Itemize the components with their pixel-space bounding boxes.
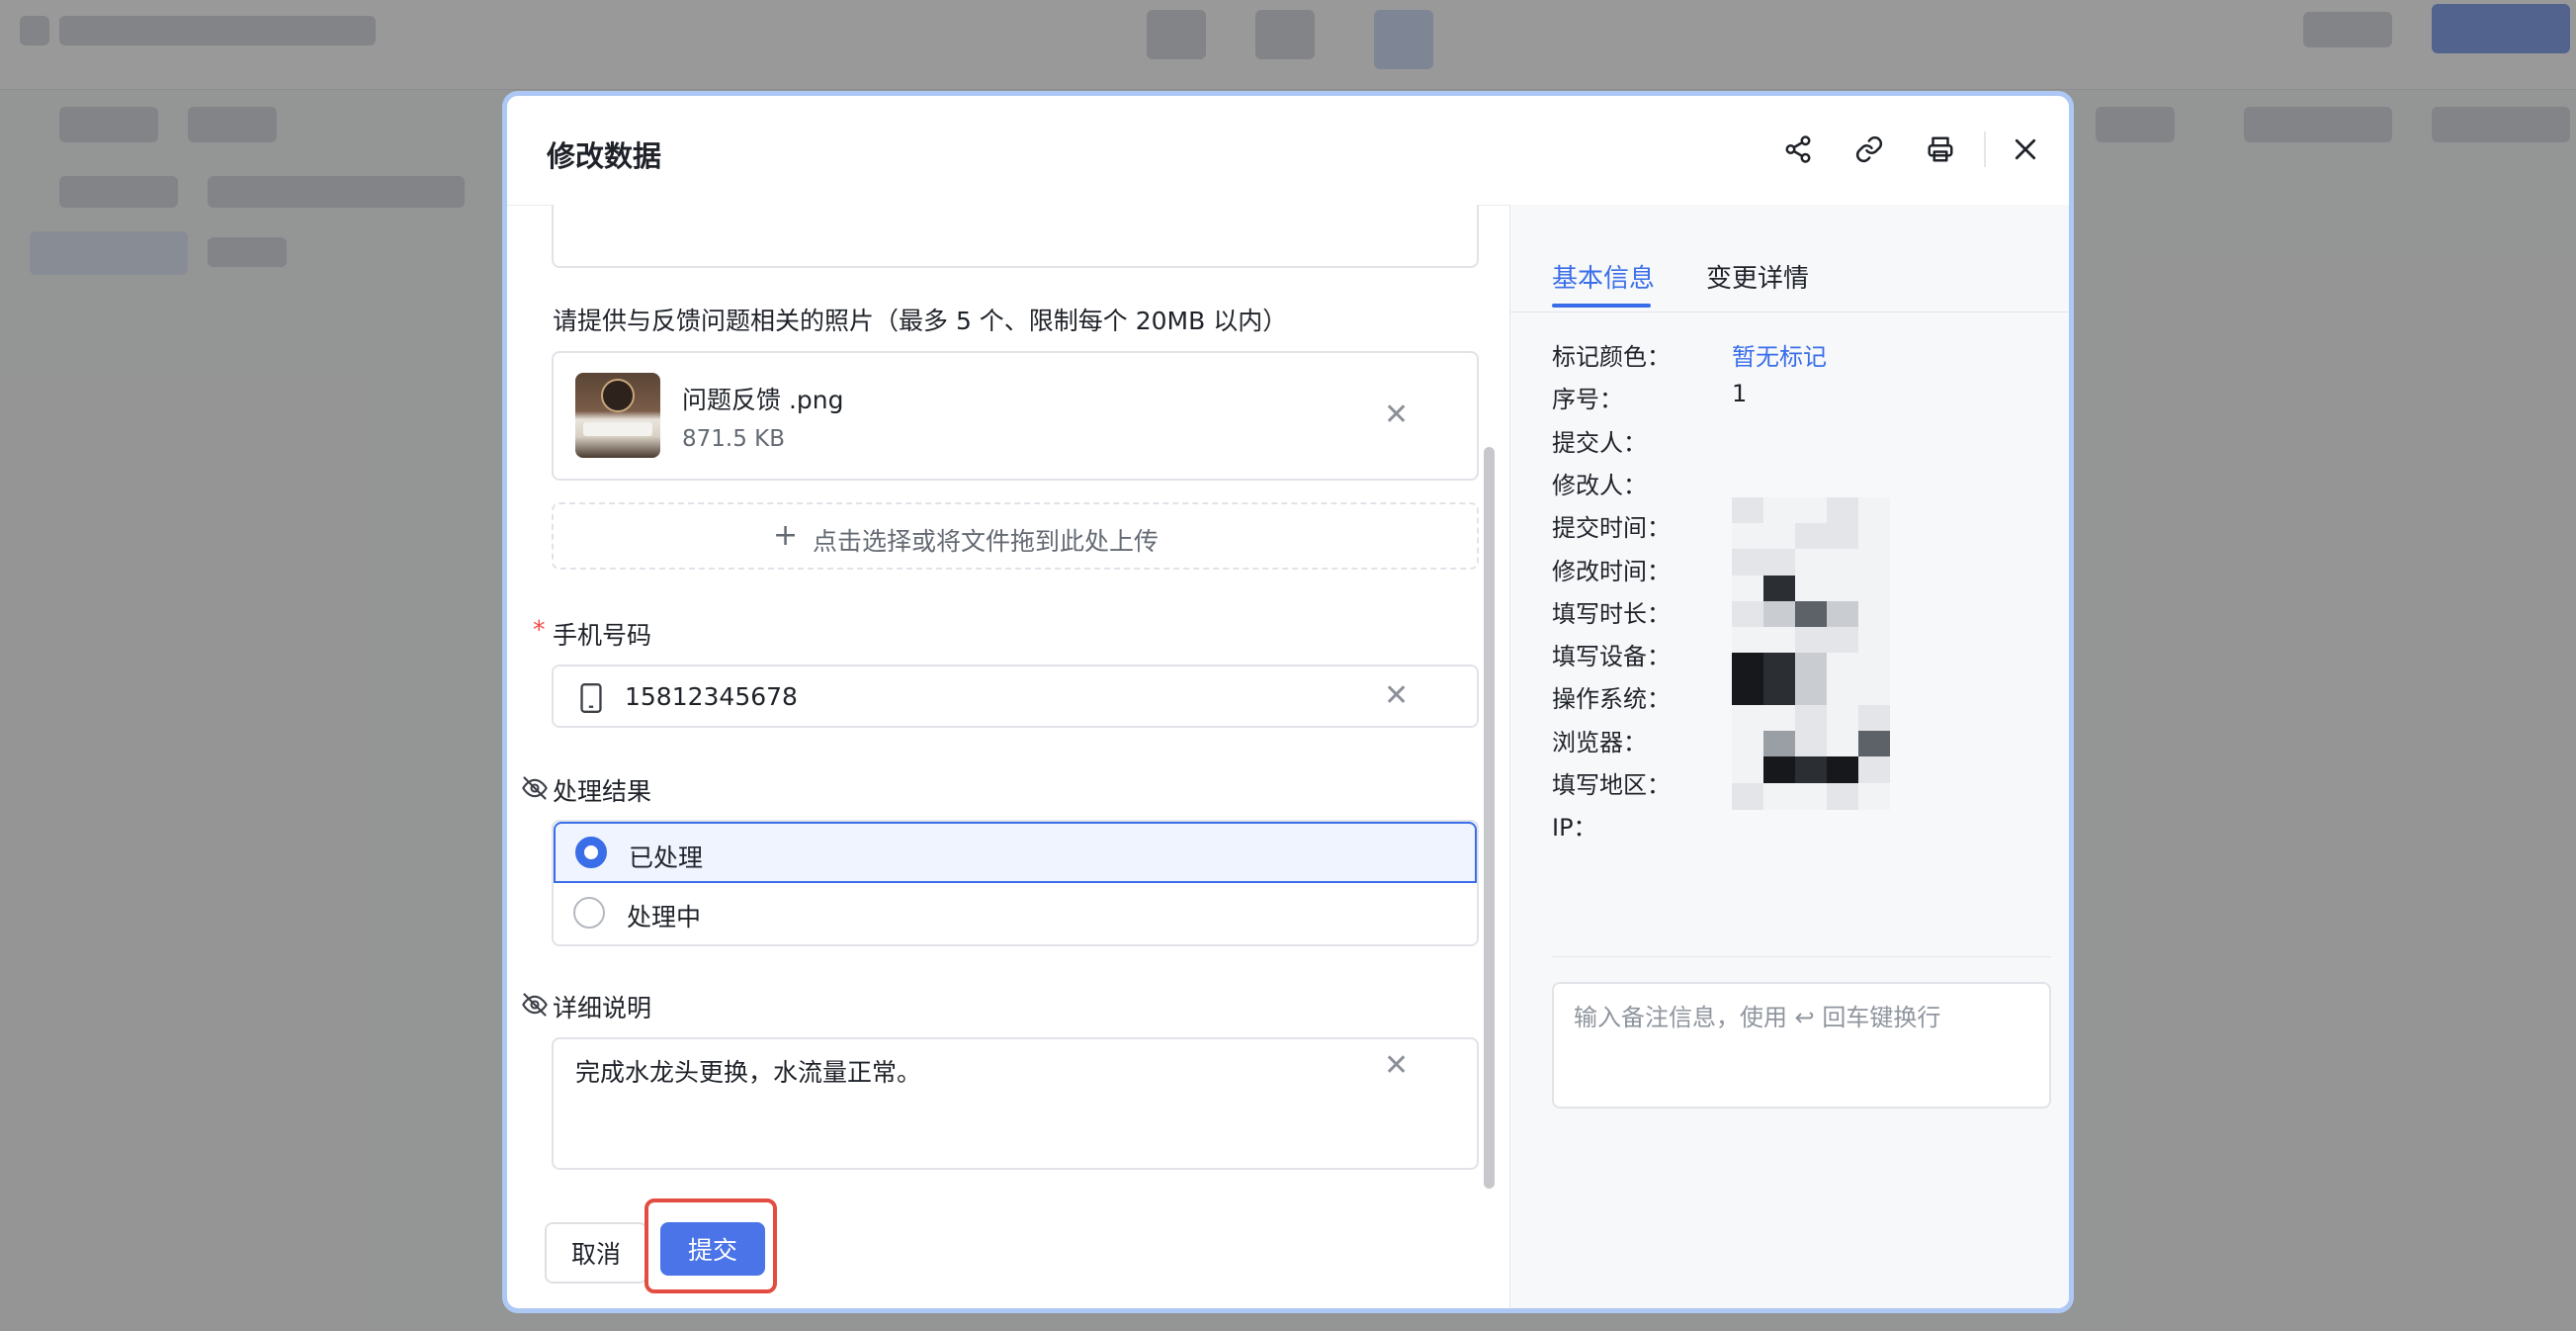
modal-title: 修改数据 — [547, 139, 662, 173]
header-divider — [1984, 132, 1986, 167]
note-input[interactable]: 输入备注信息，使用 ↩ 回车键换行 — [1552, 982, 2051, 1109]
radio-option-processing[interactable]: 处理中 — [554, 883, 1477, 944]
submit-button[interactable]: 提交 — [660, 1222, 765, 1276]
tab-change-details[interactable]: 变更详情 — [1706, 258, 1809, 295]
info-field-key: 填写设备： — [1552, 643, 1671, 671]
result-radio-group: 已处理 处理中 — [552, 820, 1479, 946]
note-placeholder: 输入备注信息，使用 ↩ 回车键换行 — [1574, 1004, 1941, 1031]
edit-data-modal: 修改数据 请提供与反馈问题相关的照片（最多 5 个、限制每个 20MB 以内） … — [502, 91, 2074, 1313]
plus-icon: + — [773, 518, 799, 553]
remove-file-icon[interactable]: ✕ — [1384, 400, 1409, 430]
scrollbar-thumb[interactable] — [1484, 447, 1495, 1189]
form-panel: 请提供与反馈问题相关的照片（最多 5 个、限制每个 20MB 以内） 问题反馈 … — [507, 205, 1509, 1308]
info-field-key: 修改人： — [1552, 471, 1647, 499]
radio-option-label: 已处理 — [629, 843, 704, 872]
detail-field-label: 详细说明 — [553, 994, 652, 1022]
phone-input[interactable]: 15812345678 ✕ — [552, 665, 1479, 728]
radio-option-label: 处理中 — [627, 903, 702, 932]
info-field-key: 填写地区： — [1552, 771, 1671, 799]
info-field-key: 操作系统： — [1552, 685, 1671, 714]
info-field-value: 1 — [1732, 380, 1748, 408]
upload-hint: 点击选择或将文件拖到此处上传 — [813, 527, 1159, 556]
mobile-phone-icon — [580, 683, 602, 713]
cancel-button[interactable]: 取消 — [545, 1222, 647, 1284]
upload-dropzone[interactable]: + 点击选择或将文件拖到此处上传 — [552, 502, 1479, 570]
print-icon[interactable] — [1917, 126, 1964, 173]
phone-field-label: 手机号码 — [553, 621, 652, 650]
previous-field-box[interactable] — [552, 205, 1479, 268]
hidden-eye-icon — [522, 776, 548, 800]
info-field-key: 修改时间： — [1552, 557, 1671, 585]
info-side-panel: 基本信息 变更详情 标记颜色： 暂无标记序号： 1 提交人： 修改人： 提交时间： 修改时间… — [1509, 205, 2069, 1308]
uploaded-file-card: 问题反馈 .png 871.5 KB ✕ — [552, 351, 1479, 481]
modal-header: 修改数据 — [507, 96, 2069, 206]
tab-basic-info[interactable]: 基本信息 — [1552, 258, 1655, 295]
info-divider — [1552, 956, 2051, 957]
radio-option-processed[interactable]: 已处理 — [554, 822, 1477, 883]
clear-detail-icon[interactable]: ✕ — [1384, 1051, 1409, 1081]
link-icon[interactable] — [1846, 126, 1893, 173]
phone-value: 15812345678 — [625, 682, 798, 711]
file-size: 871.5 KB — [682, 426, 786, 452]
info-field-key: 填写时长： — [1552, 599, 1671, 628]
active-tab-indicator — [1552, 304, 1651, 308]
clear-phone-icon[interactable]: ✕ — [1384, 681, 1409, 711]
info-field-key: IP： — [1552, 814, 1597, 843]
hidden-eye-icon — [522, 993, 548, 1017]
mark-color-link[interactable]: 暂无标记 — [1732, 337, 1827, 372]
tabs-divider — [1510, 311, 2069, 312]
file-name: 问题反馈 .png — [682, 386, 844, 414]
photo-field-label: 请提供与反馈问题相关的照片（最多 5 个、限制每个 20MB 以内） — [553, 307, 1288, 335]
radio-checked-icon — [575, 837, 607, 868]
file-thumbnail[interactable] — [575, 373, 660, 458]
info-field-key: 浏览器： — [1552, 728, 1647, 756]
detail-value: 完成水龙头更换，水流量正常。 — [575, 1058, 922, 1087]
radio-unchecked-icon — [573, 897, 605, 929]
share-icon[interactable] — [1774, 126, 1822, 173]
info-field-key: 提交时间： — [1552, 514, 1671, 543]
result-field-label: 处理结果 — [553, 777, 652, 806]
info-field-key: 提交人： — [1552, 428, 1647, 457]
info-field-key: 标记颜色： — [1552, 343, 1671, 371]
close-icon[interactable] — [2002, 126, 2049, 173]
info-field-key: 序号： — [1552, 386, 1623, 414]
detail-textarea[interactable]: 完成水龙头更换，水流量正常。 ✕ — [552, 1037, 1479, 1170]
submit-highlight-box — [649, 1300, 786, 1308]
required-asterisk: * — [533, 615, 546, 644]
